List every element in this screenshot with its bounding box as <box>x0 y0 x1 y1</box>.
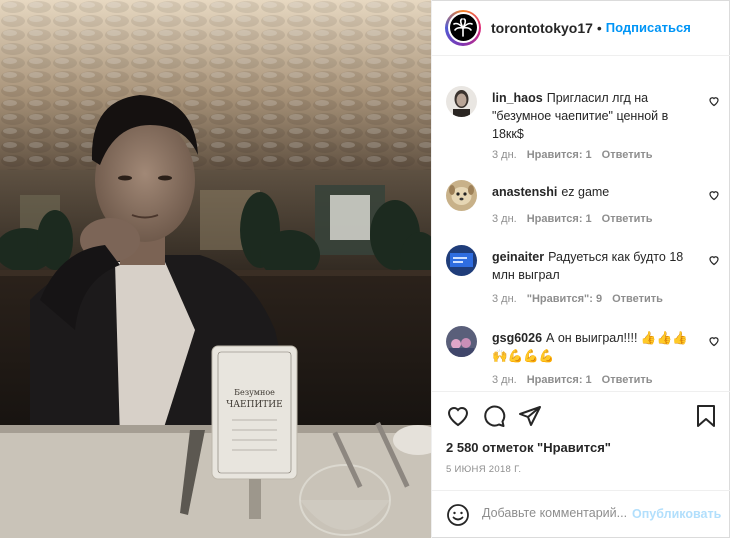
comment-username[interactable]: gsg6026 <box>492 331 542 345</box>
comment-icon[interactable] <box>482 404 506 428</box>
comment-meta: 3 дн. Нравится: 1 Ответить <box>492 213 663 225</box>
like-comment-heart-icon[interactable] <box>708 334 722 348</box>
comment-meta: 3 дн. Нравится: 1 Ответить <box>492 374 663 386</box>
portrait-avatar-icon[interactable] <box>446 86 477 117</box>
comment-text: lin_haos Пригласил лгд на "безумное чаепи… <box>492 89 692 143</box>
post-actions <box>432 391 730 436</box>
comment-likes[interactable]: Нравится: 1 <box>527 213 592 225</box>
comment-username[interactable]: anastenshi <box>492 185 557 199</box>
blue-screen-avatar-icon[interactable] <box>446 245 477 276</box>
likes-count[interactable]: 2 580 отметок "Нравится" <box>446 440 611 455</box>
comment-likes[interactable]: Нравится: 1 <box>527 149 592 161</box>
svg-text:ЧАЕПИТИЕ: ЧАЕПИТИЕ <box>226 400 282 410</box>
comments-list: lin_haos Пригласил лгд на "безумное чаепи… <box>432 56 730 391</box>
reply-button[interactable]: Ответить <box>612 293 663 305</box>
comment-username[interactable]: geinaiter <box>492 250 544 264</box>
reply-button[interactable]: Ответить <box>602 374 653 386</box>
follow-button[interactable]: Подписаться <box>606 20 691 35</box>
palm-logo-icon <box>449 14 477 41</box>
comment-time[interactable]: 3 дн. <box>492 149 517 161</box>
comment-meta: 3 дн. Нравится: 1 Ответить <box>492 149 663 161</box>
post-date[interactable]: 5 ИЮНЯ 2018 Г. <box>446 464 521 475</box>
bookmark-icon[interactable] <box>694 404 718 428</box>
menu-card: Безумное ЧАЕПИТИЕ <box>211 345 298 480</box>
comment-text: geinaiter Радуеться как будто 18 млн выгр… <box>492 248 692 284</box>
comment-body: ez game <box>561 185 610 199</box>
comment-time[interactable]: 3 дн. <box>492 213 517 225</box>
like-comment-heart-icon[interactable] <box>708 188 722 202</box>
comment-text: anastenshi ez game <box>492 183 692 201</box>
reply-button[interactable]: Ответить <box>602 213 653 225</box>
reply-button[interactable]: Ответить <box>602 149 653 161</box>
like-comment-heart-icon[interactable] <box>708 94 722 108</box>
like-comment-heart-icon[interactable] <box>708 253 722 267</box>
svg-text:Безумное: Безумное <box>234 388 275 397</box>
post-side-panel: torontotokyo17 • Подписаться lin_haos При… <box>431 0 730 538</box>
dog-avatar-icon[interactable] <box>446 180 477 211</box>
share-icon[interactable] <box>518 404 542 428</box>
comment-input[interactable] <box>482 506 632 520</box>
comment-meta: 3 дн. "Нравится": 9 Ответить <box>492 293 673 305</box>
header-separator: • <box>596 19 602 36</box>
comment-text: gsg6026 А он выиграл!!!! 👍👍👍 🙌💪💪💪 <box>492 329 692 365</box>
comment-username[interactable]: lin_haos <box>492 91 543 105</box>
comment-likes[interactable]: Нравится: 1 <box>527 374 592 386</box>
add-comment-bar: Опубликовать <box>432 490 730 539</box>
post-header: torontotokyo17 • Подписаться <box>432 0 730 56</box>
restaurant-photo: Безумное ЧАЕПИТИЕ <box>0 0 431 538</box>
post-photo[interactable]: Безумное ЧАЕПИТИЕ <box>0 0 431 538</box>
crowd-avatar-icon[interactable] <box>446 326 477 357</box>
publish-button[interactable]: Опубликовать <box>632 507 721 521</box>
smiley-icon[interactable] <box>446 503 470 527</box>
author-username[interactable]: torontotokyo17 <box>491 20 593 36</box>
comment-time[interactable]: 3 дн. <box>492 374 517 386</box>
comment-time[interactable]: 3 дн. <box>492 293 517 305</box>
comment-likes[interactable]: "Нравится": 9 <box>527 293 602 305</box>
heart-icon[interactable] <box>446 404 470 428</box>
author-avatar[interactable] <box>445 9 481 46</box>
